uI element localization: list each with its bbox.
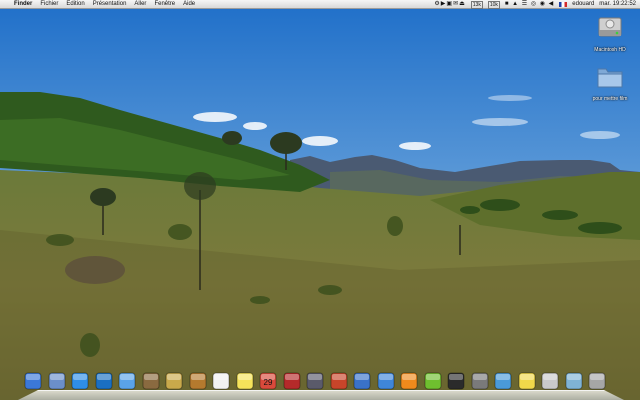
guitar-icon bbox=[189, 372, 206, 390]
dock-shelf bbox=[18, 390, 624, 400]
desktop-icon-label: Macintosh HD bbox=[594, 47, 626, 53]
script-editor-icon bbox=[306, 372, 324, 390]
dock-item-safari[interactable] bbox=[71, 372, 89, 390]
menulet-icons[interactable]: ⚙▶▣✉⏏ bbox=[434, 0, 465, 9]
stop-icon bbox=[447, 372, 465, 390]
status-item-2[interactable]: 10k bbox=[487, 0, 500, 9]
dock-item-script-editor[interactable] bbox=[306, 372, 324, 390]
desktop-icon-label: pour mettre film bbox=[592, 96, 628, 102]
address-book-icon bbox=[283, 372, 300, 390]
dock-item-system-prefs[interactable] bbox=[95, 372, 113, 390]
dock-item-user[interactable] bbox=[377, 372, 395, 390]
language-flag-icon[interactable] bbox=[559, 2, 568, 7]
preview-icon bbox=[48, 372, 65, 390]
dock-item-textedit[interactable] bbox=[212, 372, 230, 390]
dock-item-itunes[interactable] bbox=[118, 372, 136, 390]
stickies-icon bbox=[236, 372, 253, 390]
desktop[interactable]: Finder Fichier Edition Présentation Alle… bbox=[0, 0, 640, 400]
dock-item-archive[interactable] bbox=[541, 372, 559, 390]
hard-drive-icon bbox=[598, 17, 622, 37]
desktop-icon-macintosh-hd[interactable]: Macintosh HD bbox=[580, 13, 640, 53]
vlc-icon bbox=[400, 372, 418, 390]
menu-aller[interactable]: Aller bbox=[134, 0, 146, 9]
dock-item-guitar[interactable] bbox=[189, 372, 207, 390]
dock: 29 bbox=[18, 370, 624, 400]
menu-bar: Finder Fichier Edition Présentation Alle… bbox=[0, 0, 640, 9]
menu-fichier[interactable]: Fichier bbox=[40, 0, 58, 9]
desktop-icon-folder[interactable]: pour mettre film bbox=[580, 64, 640, 102]
app-menu-finder[interactable]: Finder bbox=[14, 0, 32, 9]
menubar-clock[interactable]: mar. 19:22:52 bbox=[599, 0, 636, 9]
menu-edition[interactable]: Edition bbox=[66, 0, 84, 9]
dock-item-downloads[interactable] bbox=[565, 372, 583, 390]
menu-aide[interactable]: Aide bbox=[183, 0, 195, 9]
photo-booth-icon bbox=[330, 372, 347, 390]
iphoto-icon bbox=[142, 372, 159, 390]
dock-item-stickies[interactable] bbox=[236, 372, 254, 390]
ical-date-label: 29 bbox=[264, 378, 273, 387]
dock-item-stickies-app[interactable] bbox=[165, 372, 183, 390]
menulet-icons-2[interactable]: ■ ▲ ☰ ◎ ◉ ◀ bbox=[505, 0, 554, 9]
downloads-icon bbox=[565, 372, 582, 390]
system-prefs-icon bbox=[95, 372, 112, 390]
menu-presentation[interactable]: Présentation bbox=[93, 0, 127, 9]
dock-item-stickies-2[interactable] bbox=[518, 372, 536, 390]
status-item-1[interactable]: 13k bbox=[470, 0, 483, 9]
network-icon bbox=[494, 372, 512, 390]
dock-item-finder[interactable] bbox=[24, 372, 42, 390]
dock-item-chess[interactable] bbox=[471, 372, 489, 390]
textedit-icon bbox=[212, 372, 230, 390]
menu-fenetre[interactable]: Fenêtre bbox=[154, 0, 175, 9]
dock-item-network[interactable] bbox=[494, 372, 512, 390]
dock-item-ical[interactable]: 29 bbox=[259, 372, 277, 390]
dock-item-stop[interactable] bbox=[447, 372, 465, 390]
trash-icon bbox=[588, 372, 606, 390]
dock-item-preview[interactable] bbox=[48, 372, 66, 390]
dock-item-address-book[interactable] bbox=[283, 372, 301, 390]
dock-item-widget[interactable] bbox=[353, 372, 371, 390]
folder-icon bbox=[597, 68, 623, 88]
green-app-icon bbox=[424, 372, 441, 390]
dock-item-trash[interactable] bbox=[588, 372, 606, 390]
dock-item-photo-booth[interactable] bbox=[330, 372, 348, 390]
dock-item-vlc[interactable] bbox=[400, 372, 418, 390]
chess-icon bbox=[471, 372, 488, 390]
ical-icon: 29 bbox=[259, 372, 277, 390]
dock-item-iphoto[interactable] bbox=[142, 372, 160, 390]
finder-icon bbox=[24, 372, 42, 390]
stickies-app-icon bbox=[165, 372, 183, 390]
user-menu[interactable]: edouard bbox=[572, 0, 594, 9]
stickies-2-icon bbox=[518, 372, 535, 390]
safari-icon bbox=[71, 372, 89, 390]
archive-icon bbox=[541, 372, 559, 390]
itunes-icon bbox=[118, 372, 136, 390]
wallpaper-landscape bbox=[0, 0, 640, 400]
dock-item-green-app[interactable] bbox=[424, 372, 442, 390]
user-icon bbox=[377, 372, 394, 390]
widget-icon bbox=[353, 372, 371, 390]
